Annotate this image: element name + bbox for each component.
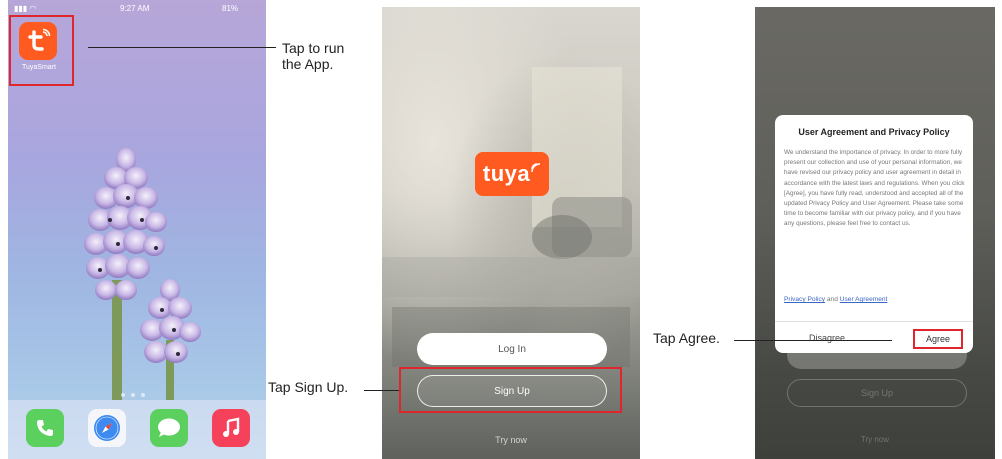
callout-tap-run: Tap to run the App. (282, 40, 344, 72)
callout-tap-agree: Tap Agree. (653, 330, 720, 346)
privacy-policy-link[interactable]: Privacy Policy (784, 296, 825, 303)
dialog-divider (775, 321, 973, 322)
dialog-title: User Agreement and Privacy Policy (798, 127, 950, 137)
music-icon[interactable] (212, 409, 250, 447)
link-joiner: and (826, 296, 838, 303)
signal-icon: ▮▮▮ ◠ (14, 4, 37, 13)
privacy-dialog: User Agreement and Privacy Policy We und… (775, 115, 973, 353)
page-indicator (118, 384, 158, 397)
status-bar: ▮▮▮ ◠ 9:27 AM 81% (8, 0, 266, 16)
messages-icon[interactable] (150, 409, 188, 447)
callout-run-line2: the App. (282, 56, 334, 72)
callout-line-run (88, 47, 276, 48)
user-agreement-link[interactable]: User Agreement (840, 296, 888, 303)
dialog-links: Privacy Policy and User Agreement (784, 296, 966, 303)
status-time: 9:27 AM (120, 4, 150, 13)
disagree-button[interactable]: Disagree (787, 333, 867, 343)
try-now-link[interactable]: Try now (382, 435, 640, 445)
wifi-signal-icon (531, 163, 541, 173)
login-screen: tuya Log In Sign Up Try now (382, 7, 640, 459)
signup-highlight-box (399, 367, 622, 413)
log-in-button[interactable]: Log In (417, 333, 607, 365)
callout-run-line1: Tap to run (282, 40, 345, 56)
callout-line-agree (734, 340, 892, 341)
safari-icon[interactable] (88, 409, 126, 447)
tuya-logo: tuya (475, 152, 549, 196)
agree-button[interactable]: Agree (913, 329, 963, 349)
app-highlight-box (9, 15, 74, 86)
phone-icon[interactable] (26, 409, 64, 447)
dialog-body: We understand the importance of privacy.… (784, 149, 965, 228)
battery-level: 81% (222, 4, 239, 13)
logo-text: tuya (482, 161, 531, 186)
dimmed-try-now: Try now (860, 435, 890, 444)
dimmed-signup-button: Sign Up (787, 379, 967, 407)
home-screen: ▮▮▮ ◠ 9:27 AM 81% TuyaSmart (8, 0, 266, 459)
privacy-screen: Sign Up Try now User Agreement and Priva… (755, 7, 995, 459)
callout-tap-signup: Tap Sign Up. (268, 379, 349, 395)
flower-wallpaper (84, 148, 201, 400)
callout-line-signup (364, 390, 399, 391)
